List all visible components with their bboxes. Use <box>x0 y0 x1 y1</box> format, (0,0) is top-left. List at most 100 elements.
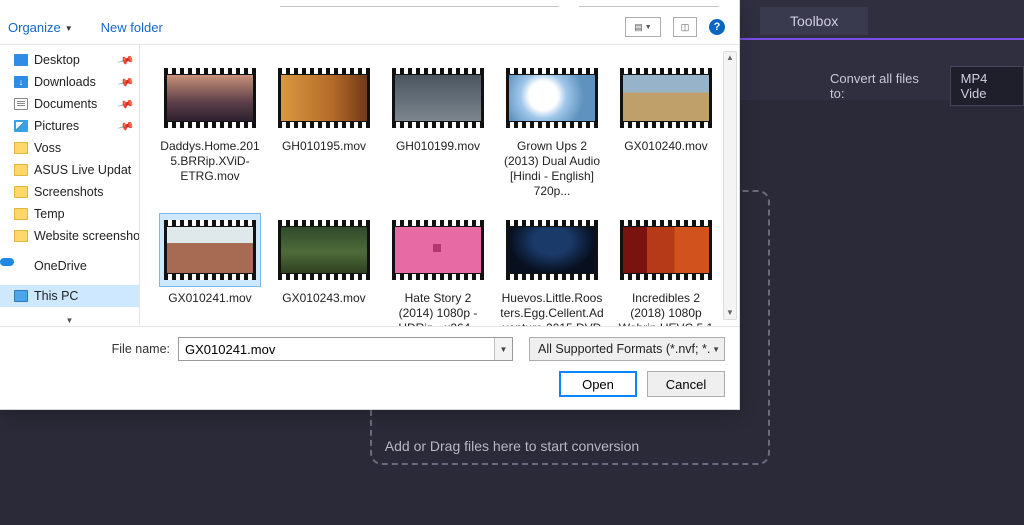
view-mode-button[interactable]: ▤ ▼ <box>625 17 661 37</box>
help-button[interactable]: ? <box>709 19 725 35</box>
address-search-row <box>0 0 739 10</box>
open-file-dialog: Organize ▼ New folder ▤ ▼ ◫ ? Desktop📌Do… <box>0 0 740 410</box>
new-folder-button[interactable]: New folder <box>101 20 163 35</box>
thumbnail-wrap <box>615 61 717 135</box>
onedrive-icon <box>14 260 28 272</box>
drop-zone-text: Add or Drag files here to start conversi… <box>385 438 639 454</box>
nav-item[interactable]: Voss <box>0 137 139 159</box>
dialog-footer: File name: ▼ All Supported Formats (*.nv… <box>0 326 739 409</box>
address-bar-fragment[interactable] <box>280 6 559 8</box>
filmstrip-icon <box>164 220 256 280</box>
filmstrip-icon <box>506 220 598 280</box>
video-frame-icon <box>167 227 253 273</box>
video-frame-icon <box>623 75 709 121</box>
nav-item[interactable]: Temp <box>0 203 139 225</box>
nav-item-label: Pictures <box>34 119 79 133</box>
nav-item[interactable]: Downloads📌 <box>0 71 139 93</box>
filename-dropdown-button[interactable]: ▼ <box>494 338 512 360</box>
file-item[interactable]: Grown Ups 2 (2013) Dual Audio [Hindi - E… <box>500 61 604 199</box>
preview-pane-button[interactable]: ◫ <box>673 17 697 37</box>
preview-pane-icon: ◫ <box>681 22 690 33</box>
filmstrip-icon <box>392 68 484 128</box>
thumbnail-wrap <box>501 213 603 287</box>
nav-item[interactable]: Screenshots <box>0 181 139 203</box>
nav-item[interactable]: Pictures📌 <box>0 115 139 137</box>
file-item[interactable]: GH010195.mov <box>272 61 376 199</box>
file-item[interactable]: Huevos.Little.Roosters.Egg.Cellent.Adven… <box>500 213 604 326</box>
file-item[interactable]: GX010243.mov <box>272 213 376 326</box>
nav-item-label: Website screenshots <box>34 229 139 243</box>
file-list-pane[interactable]: Daddys.Home.2015.BRRip.XViD-ETRG.mov GH01… <box>140 45 739 326</box>
downloads-icon <box>14 76 28 88</box>
filename-label: File name: <box>0 342 170 356</box>
video-frame-icon <box>623 227 709 273</box>
video-frame-icon <box>509 75 595 121</box>
thumbnail-wrap <box>387 61 489 135</box>
thumbnails-icon: ▤ <box>634 22 643 33</box>
folder-icon <box>14 142 28 154</box>
organize-button[interactable]: Organize ▼ <box>8 20 73 35</box>
filename-combobox[interactable]: ▼ <box>178 337 513 361</box>
open-button[interactable]: Open <box>559 371 637 397</box>
active-tab-underline <box>740 38 1024 40</box>
convert-format-select[interactable]: MP4 Vide <box>950 66 1024 106</box>
navigation-tree[interactable]: Desktop📌Downloads📌Documents📌Pictures📌Vos… <box>0 45 140 326</box>
nav-item[interactable]: Desktop📌 <box>0 49 139 71</box>
filmstrip-icon <box>620 220 712 280</box>
nav-item-label: Temp <box>34 207 65 221</box>
pictures-icon <box>14 120 28 132</box>
nav-item-label: Documents <box>34 97 97 111</box>
chevron-down-icon: ▼ <box>500 345 508 354</box>
thumbnail-grid: Daddys.Home.2015.BRRip.XViD-ETRG.mov GH01… <box>140 45 721 326</box>
thumbnail-wrap <box>615 213 717 287</box>
file-label: Daddys.Home.2015.BRRip.XViD-ETRG.mov <box>158 139 262 184</box>
nav-item[interactable]: Documents📌 <box>0 93 139 115</box>
thumbnail-wrap <box>501 61 603 135</box>
folder-icon <box>14 164 28 176</box>
file-item[interactable]: Incredibles 2 (2018) 1080p Webrip HEVC 5… <box>614 213 718 326</box>
file-filter-combobox[interactable]: All Supported Formats (*.nvf; *. ▼ <box>529 337 725 361</box>
nav-scroll-down-icon[interactable]: ▼ <box>0 314 139 326</box>
file-item[interactable]: GX010240.mov <box>614 61 718 199</box>
filmstrip-icon <box>164 68 256 128</box>
organize-label: Organize <box>8 20 61 35</box>
dialog-body: Desktop📌Downloads📌Documents📌Pictures📌Vos… <box>0 44 739 326</box>
file-label: GX010243.mov <box>282 291 365 306</box>
convert-all-files-label: Convert all files to: <box>830 71 930 101</box>
scroll-up-icon[interactable]: ▲ <box>726 52 734 64</box>
folder-icon <box>14 230 28 242</box>
convert-target-row: Convert all files to: MP4 Vide <box>830 66 1024 106</box>
nav-item[interactable]: Website screenshots <box>0 225 139 247</box>
nav-item-label: Screenshots <box>34 185 103 199</box>
video-frame-icon <box>167 75 253 121</box>
nav-item-label: ASUS Live Updat <box>34 163 131 177</box>
file-item[interactable]: Daddys.Home.2015.BRRip.XViD-ETRG.mov <box>158 61 262 199</box>
file-label: GH010195.mov <box>282 139 366 154</box>
thumbnail-wrap <box>159 213 261 287</box>
file-label: Grown Ups 2 (2013) Dual Audio [Hindi - E… <box>500 139 604 199</box>
desktop-icon <box>14 54 28 66</box>
filename-input[interactable] <box>179 338 494 360</box>
file-item[interactable]: Hate Story 2 (2014) 1080p - HDRip - x264… <box>386 213 490 326</box>
nav-this-pc[interactable]: This PC <box>0 285 139 307</box>
search-box-fragment[interactable] <box>579 6 719 8</box>
nav-onedrive[interactable]: OneDrive <box>0 255 139 277</box>
nav-item[interactable]: ASUS Live Updat <box>0 159 139 181</box>
scroll-down-icon[interactable]: ▼ <box>726 307 734 319</box>
file-item[interactable]: GH010199.mov <box>386 61 490 199</box>
documents-icon <box>14 98 28 110</box>
filmstrip-icon <box>620 68 712 128</box>
file-label: Hate Story 2 (2014) 1080p - HDRip - x264… <box>386 291 490 326</box>
folder-icon <box>14 208 28 220</box>
file-pane-scrollbar[interactable]: ▲ ▼ <box>723 51 737 320</box>
nav-item-label: OneDrive <box>34 259 87 273</box>
thumbnail-wrap <box>273 213 375 287</box>
pin-icon: 📌 <box>117 73 135 91</box>
file-label: Incredibles 2 (2018) 1080p Webrip HEVC 5… <box>614 291 718 326</box>
chevron-down-icon: ▼ <box>65 24 73 33</box>
thumbnail-wrap <box>387 213 489 287</box>
toolbox-tab[interactable]: Toolbox <box>760 7 868 35</box>
cancel-button[interactable]: Cancel <box>647 371 725 397</box>
nav-item-label: Voss <box>34 141 61 155</box>
file-item[interactable]: GX010241.mov <box>158 213 262 326</box>
